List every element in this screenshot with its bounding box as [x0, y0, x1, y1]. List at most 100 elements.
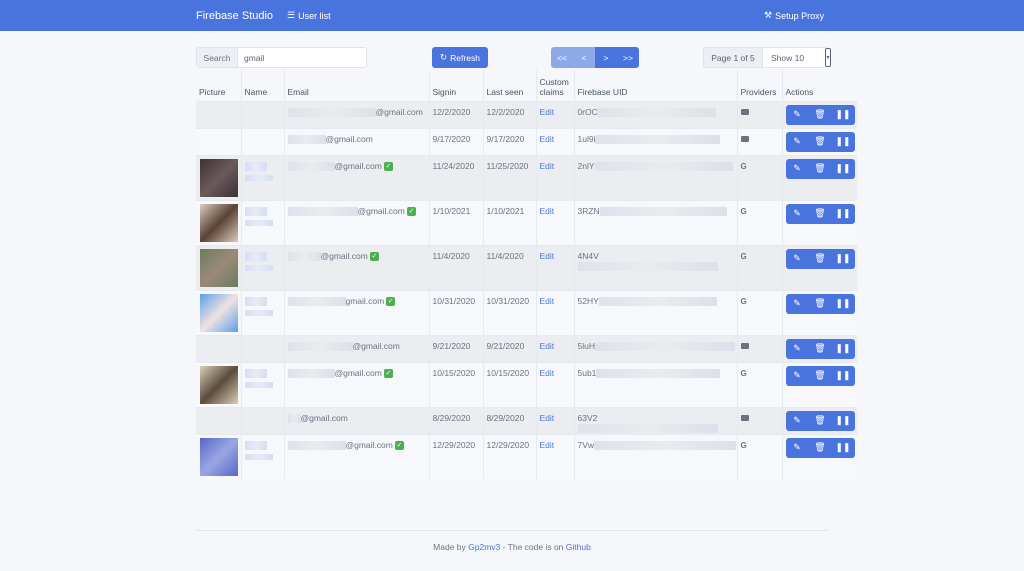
cell-custom-claims: Edit — [536, 154, 575, 200]
edit-claims-link[interactable]: Edit — [540, 134, 555, 144]
cell-name — [241, 154, 285, 200]
first-page-button[interactable]: << — [551, 47, 573, 68]
cell-provider — [737, 127, 783, 155]
delete-button[interactable]: 🗑 — [809, 438, 832, 458]
edit-button[interactable]: ✎ — [786, 132, 809, 152]
uid-prefix: 7Vw — [577, 439, 595, 450]
email-domain: @gmail.com — [325, 133, 373, 144]
pause-icon: ❚❚ — [835, 136, 851, 146]
edit-button[interactable]: ✎ — [786, 366, 809, 386]
cell-custom-claims: Edit — [536, 334, 575, 362]
prev-page-button[interactable]: < — [573, 47, 595, 68]
avatar — [200, 158, 238, 197]
edit-claims-link[interactable]: Edit — [540, 107, 555, 117]
uid-prefix: 0rOC — [577, 106, 598, 117]
pencil-icon: ✎ — [793, 163, 801, 173]
pencil-icon: ✎ — [793, 109, 801, 119]
delete-button[interactable]: 🗑 — [809, 411, 832, 431]
edit-claims-link[interactable]: Edit — [540, 341, 555, 351]
cell-picture — [196, 127, 242, 155]
google-icon: G — [740, 161, 747, 171]
nav-user-list-label: User list — [298, 10, 331, 21]
cell-custom-claims: Edit — [536, 406, 575, 434]
cell-uid: 5ub1 — [574, 361, 738, 407]
delete-button[interactable]: 🗑 — [809, 159, 832, 179]
github-link[interactable]: Github — [566, 542, 591, 552]
edit-button[interactable]: ✎ — [786, 438, 809, 458]
cell-name — [241, 100, 285, 128]
cell-name — [241, 361, 285, 407]
next-page-button[interactable]: > — [595, 47, 617, 68]
disable-button[interactable]: ❚❚ — [832, 204, 855, 224]
edit-claims-link[interactable]: Edit — [540, 161, 555, 171]
disable-button[interactable]: ❚❚ — [832, 132, 855, 152]
email-domain: @gmail.com — [357, 205, 405, 216]
trash-icon: 🗑 — [814, 343, 826, 353]
cell-signin: 11/24/2020 — [429, 154, 484, 200]
table-row: @gmail.com ✓ 11/24/2020 11/25/2020 Edit 2… — [196, 154, 857, 200]
edit-claims-link[interactable]: Edit — [540, 251, 555, 261]
trash-icon: 🗑 — [814, 208, 826, 218]
cell-email: @gmail.com — [284, 406, 430, 434]
edit-claims-link[interactable]: Edit — [540, 413, 555, 423]
trash-icon: 🗑 — [814, 163, 826, 173]
cell-custom-claims: Edit — [536, 199, 575, 245]
verified-check-icon: ✓ — [394, 440, 404, 450]
pencil-icon: ✎ — [793, 370, 801, 380]
author-link[interactable]: Gp2mv3 — [468, 542, 500, 552]
cell-signin: 10/31/2020 — [429, 289, 484, 335]
edit-button[interactable]: ✎ — [786, 411, 809, 431]
edit-button[interactable]: ✎ — [786, 249, 809, 269]
table-row: gmail.com ✓ 10/31/2020 10/31/2020 Edit 52… — [196, 289, 857, 335]
search-input[interactable] — [238, 48, 366, 67]
delete-button[interactable]: 🗑 — [809, 294, 832, 314]
pagination: << < > >> — [551, 47, 639, 68]
disable-button[interactable]: ❚❚ — [832, 159, 855, 179]
actions-group: ✎ 🗑 ❚❚ — [785, 365, 855, 386]
edit-button[interactable]: ✎ — [786, 339, 809, 359]
nav-setup-proxy[interactable]: ⚒ Setup Proxy — [764, 10, 824, 21]
delete-button[interactable]: 🗑 — [809, 132, 832, 152]
actions-group: ✎ 🗑 ❚❚ — [785, 131, 855, 152]
tools-icon: ⚒ — [764, 10, 773, 20]
edit-button[interactable]: ✎ — [786, 159, 809, 179]
cell-provider: G — [737, 154, 783, 200]
delete-button[interactable]: 🗑 — [809, 105, 832, 125]
nav-user-list[interactable]: ☰ User list — [287, 10, 331, 21]
delete-button[interactable]: 🗑 — [809, 249, 832, 269]
edit-button[interactable]: ✎ — [786, 105, 809, 125]
cell-email: @gmail.com ✓ — [284, 199, 430, 245]
last-page-button[interactable]: >> — [617, 47, 639, 68]
footer: Made by Gp2mv3 - The code is on Github — [0, 542, 1024, 552]
edit-button[interactable]: ✎ — [786, 204, 809, 224]
delete-button[interactable]: 🗑 — [809, 366, 832, 386]
avatar — [200, 293, 238, 332]
trash-icon: 🗑 — [814, 298, 826, 308]
pause-icon: ❚❚ — [835, 442, 851, 452]
edit-claims-link[interactable]: Edit — [540, 296, 555, 306]
delete-button[interactable]: 🗑 — [809, 339, 832, 359]
pause-icon: ❚❚ — [835, 415, 851, 425]
disable-button[interactable]: ❚❚ — [832, 105, 855, 125]
cell-email: @gmail.com ✓ — [284, 433, 430, 479]
disable-button[interactable]: ❚❚ — [832, 411, 855, 431]
edit-claims-link[interactable]: Edit — [540, 440, 555, 450]
refresh-button[interactable]: ↻ Refresh — [432, 47, 488, 68]
chevron-down-icon[interactable]: ▾ — [825, 48, 831, 67]
edit-button[interactable]: ✎ — [786, 294, 809, 314]
edit-claims-link[interactable]: Edit — [540, 368, 555, 378]
brand-title[interactable]: Firebase Studio — [196, 10, 273, 22]
edit-claims-link[interactable]: Edit — [540, 206, 555, 216]
disable-button[interactable]: ❚❚ — [832, 294, 855, 314]
delete-button[interactable]: 🗑 — [809, 204, 832, 224]
cell-signin: 11/4/2020 — [429, 244, 484, 290]
disable-button[interactable]: ❚❚ — [832, 366, 855, 386]
table-row: @gmail.com ✓ 12/29/2020 12/29/2020 Edit 7… — [196, 433, 857, 479]
disable-button[interactable]: ❚❚ — [832, 249, 855, 269]
actions-group: ✎ 🗑 ❚❚ — [785, 338, 855, 359]
disable-button[interactable]: ❚❚ — [832, 438, 855, 458]
page-size-select[interactable]: Show 10 ▾ — [763, 48, 831, 67]
cell-email: @gmail.com ✓ — [284, 154, 430, 200]
email-domain: gmail.com — [345, 295, 385, 306]
disable-button[interactable]: ❚❚ — [832, 339, 855, 359]
